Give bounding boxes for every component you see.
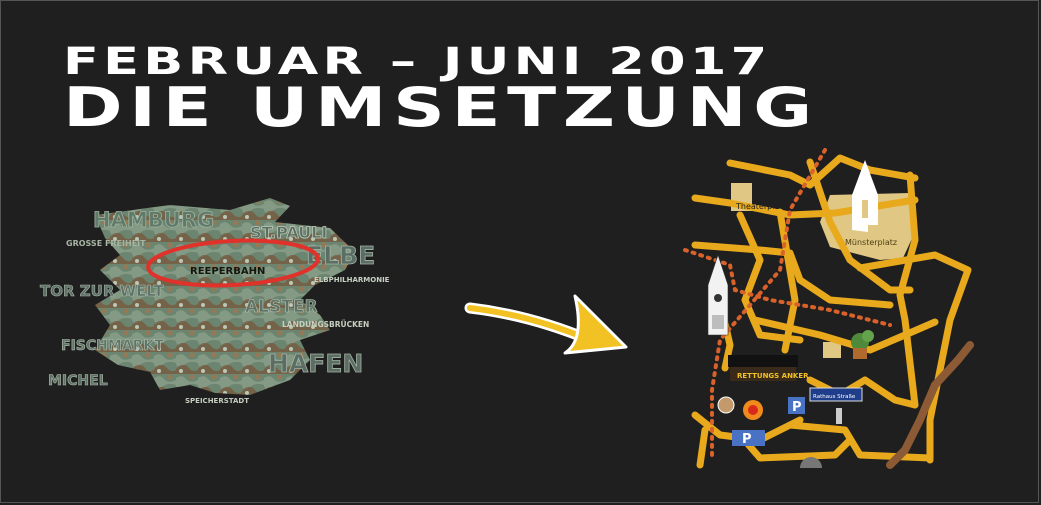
word-alster: ALSTER [245,297,318,317]
word-tor-zur-welt: TOR ZUR WELT [40,282,164,300]
svg-text:P: P [742,432,752,447]
plant-icon [851,330,874,359]
hamburg-word-cloud: HAMBURG ST.PAULI GROSSE FREIHEIT REEPERB… [40,198,390,405]
city-street-map: Theaterplatz Münsterplatz RETTUNGS ANKER… [683,148,974,469]
word-speicherstadt: SPEICHERSTADT [185,397,249,405]
parking-icon: P [788,397,805,415]
word-hafen: HAFEN [268,349,363,378]
figure-icon [836,408,842,424]
location-marker-icon [743,400,763,420]
word-fischmarkt: FISCHMARKT [61,338,164,354]
word-hamburg: HAMBURG [93,208,214,232]
small-square-2 [823,342,841,358]
place-label-top: Theaterplatz [735,202,787,211]
pretzel-icon [717,396,735,414]
svg-text:P: P [792,400,802,415]
svg-text:Rathaus Straße: Rathaus Straße [813,394,856,400]
word-michel: MICHEL [48,373,108,389]
sign-rettungsanker: RETTUNGS ANKER [728,355,809,381]
word-reeperbahn: REEPERBAHN [190,266,265,277]
word-landungsbruecken: LANDUNGSBRÜCKEN [282,320,369,329]
parking-icon-2: P [732,430,765,447]
word-grosse-freiheit: GROSSE FREIHEIT [66,239,146,248]
arrow-icon [464,294,628,355]
illustration-canvas: HAMBURG ST.PAULI GROSSE FREIHEIT REEPERB… [40,148,974,469]
place-label-muensterplatz: Münsterplatz [845,238,897,247]
word-elbphilharmonie: ELBPHILHARMONIE [314,276,390,284]
tower-icon [707,254,729,336]
svg-text:RETTUNGS ANKER: RETTUNGS ANKER [737,372,809,380]
street-sign: Rathaus Straße [809,387,863,402]
